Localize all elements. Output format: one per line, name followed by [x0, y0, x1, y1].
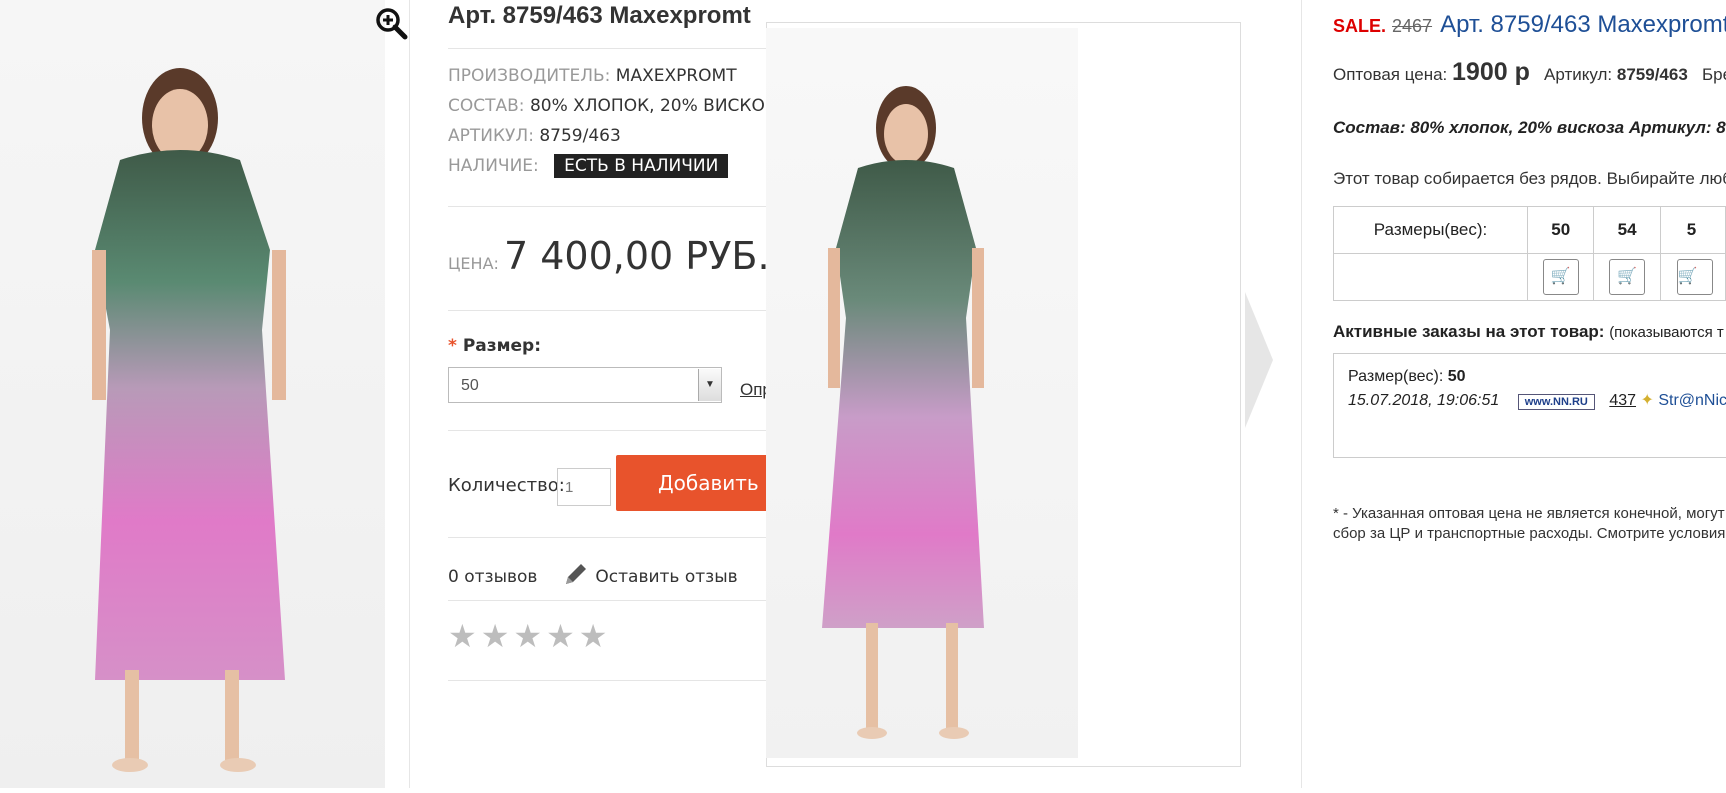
spec-article: АРТИКУЛ: 8759/463 — [448, 126, 621, 146]
wholesale-price-value: 1900 р — [1452, 58, 1530, 86]
footnote-line: * - Указанная оптовая цена не является к… — [1333, 505, 1725, 522]
order-size: Размер(вес): 50 — [1348, 368, 1726, 386]
old-price: 2467 — [1392, 16, 1433, 36]
rating-stars[interactable]: ★ ★ ★ ★ ★ — [448, 620, 611, 652]
active-orders-subtitle: (показываются т — [1609, 324, 1724, 341]
spec-label: НАЛИЧИЕ: — [448, 156, 539, 176]
star-icon[interactable]: ★ — [481, 620, 510, 652]
site-badge: www.NN.RU — [1517, 394, 1595, 410]
spec-label: АРТИКУЛ: — [448, 126, 534, 146]
sale-label: SALE. — [1333, 16, 1387, 36]
price-value: 7 400,00 РУБ. — [504, 234, 770, 278]
lightbox-product-image[interactable] — [766, 28, 1078, 758]
rating-stars-icon: ✦ — [1640, 392, 1654, 409]
order-size-label: Размер(вес): — [1348, 368, 1444, 385]
pencil-icon — [566, 564, 586, 584]
size-table: Размеры(вес): 50 54 5 🛒 🛒 🛒 — [1332, 206, 1726, 301]
star-icon[interactable]: ★ — [513, 620, 542, 652]
divider — [448, 537, 768, 538]
table-cell — [1332, 253, 1529, 301]
active-orders-heading: Активные заказы на этот товар: (показыва… — [1333, 322, 1724, 342]
footnote-line: сбор за ЦР и транспортные расходы. Смотр… — [1333, 525, 1726, 542]
size-select[interactable]: 50 — [448, 367, 722, 403]
chevron-down-icon[interactable]: ▼ — [698, 369, 721, 401]
size-cell: 5 — [1659, 206, 1726, 254]
table-row: 🛒 🛒 🛒 — [1332, 253, 1726, 301]
spec-label: ПРОИЗВОДИТЕЛЬ: — [448, 66, 611, 86]
zoom-in-icon[interactable] — [374, 6, 408, 40]
column-divider — [409, 0, 410, 788]
spec-manufacturer: ПРОИЗВОДИТЕЛЬ: MAXEXPROMT — [448, 66, 737, 86]
chevron-right-icon[interactable] — [1243, 290, 1275, 435]
add-to-cart-button[interactable]: Добавить в ко — [616, 455, 766, 511]
table-header-cell: Размеры(вес): — [1332, 206, 1529, 254]
table-cell: 🛒 — [1593, 253, 1661, 301]
order-meta: 15.07.2018, 19:06:51 www.NN.RU 437 ✦ Str… — [1348, 390, 1726, 410]
reviews-count[interactable]: 0 отзывов — [448, 567, 537, 587]
write-review-label: Оставить отзыв — [595, 567, 738, 587]
spec-composition: СОСТАВ: 80% ХЛОПОК, 20% ВИСКОЗА — [448, 96, 787, 116]
product-title: Арт. 8759/463 Maxexpromt — [448, 2, 751, 29]
order-date: 15.07.2018, 19:06:51 — [1348, 392, 1500, 409]
user-link[interactable]: Str@nNic — [1658, 392, 1726, 409]
wholesale-price-label: Оптовая цена: — [1333, 65, 1448, 84]
divider — [448, 680, 768, 681]
quantity-label: Количество: — [448, 475, 565, 496]
product-main-image[interactable] — [0, 0, 385, 788]
divider — [448, 600, 768, 601]
wholesale-title: SALE. 2467 Арт. 8759/463 Maxexpromt — [1333, 11, 1726, 39]
spec-value: 80% ХЛОПОК, 20% ВИСКОЗА — [529, 96, 788, 116]
footnote: * - Указанная оптовая цена не является к… — [1333, 504, 1725, 544]
write-review-link[interactable]: Оставить отзыв — [562, 560, 738, 588]
active-orders-title: Активные заказы на этот товар: — [1333, 322, 1605, 341]
spec-value: 8759/463 — [539, 126, 621, 146]
table-cell: 🛒 — [1527, 253, 1595, 301]
divider — [448, 430, 768, 431]
spec-availability: НАЛИЧИЕ: ЕСТЬ В НАЛИЧИИ — [448, 154, 729, 178]
price-label: ЦЕНА: — [448, 254, 499, 273]
article-label: Артикул: — [1544, 65, 1613, 84]
divider — [448, 310, 768, 311]
composition-text: Состав: 80% хлопок, 20% вискоза Артикул:… — [1333, 118, 1726, 137]
order-size-value: 50 — [1447, 368, 1466, 385]
cart-icon[interactable]: 🛒 — [1676, 259, 1713, 295]
size-cell: 54 — [1593, 206, 1661, 254]
wholesale-price-row: Оптовая цена: 1900 р Артикул: 8759/463 Б… — [1333, 58, 1726, 87]
active-order-card: Размер(вес): 50 15.07.2018, 19:06:51 www… — [1333, 353, 1726, 458]
required-mark: * — [448, 336, 457, 356]
divider — [448, 48, 768, 49]
column-divider — [1301, 0, 1302, 788]
brand-label: Бре — [1701, 65, 1726, 84]
assembly-note: Этот товар собирается без рядов. Выбирай… — [1333, 169, 1726, 188]
size-label-text: Размер: — [462, 336, 542, 356]
table-cell: 🛒 — [1659, 253, 1726, 301]
cart-icon[interactable]: 🛒 — [1609, 259, 1646, 295]
size-cell: 50 — [1527, 206, 1595, 254]
star-icon[interactable]: ★ — [579, 620, 608, 652]
divider — [448, 206, 768, 207]
cart-icon[interactable]: 🛒 — [1542, 259, 1579, 295]
in-stock-badge: ЕСТЬ В НАЛИЧИИ — [554, 154, 729, 178]
spec-value: MAXEXPROMT — [615, 66, 737, 86]
star-icon[interactable]: ★ — [546, 620, 575, 652]
user-rating: 437 — [1609, 392, 1637, 409]
article-value: 8759/463 — [1616, 65, 1688, 84]
size-label: * Размер: — [448, 336, 541, 356]
star-icon[interactable]: ★ — [448, 620, 477, 652]
spec-label: СОСТАВ: — [448, 96, 525, 116]
quantity-input[interactable]: 1 — [557, 468, 611, 506]
table-row: Размеры(вес): 50 54 5 — [1332, 206, 1726, 254]
wholesale-title-text[interactable]: Арт. 8759/463 Maxexpromt — [1440, 11, 1726, 38]
